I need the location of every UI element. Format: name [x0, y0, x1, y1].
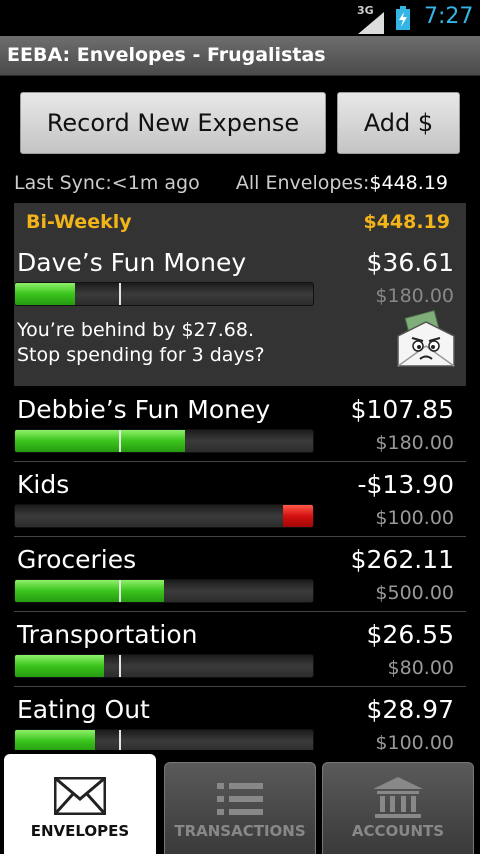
- today-marker: [119, 283, 121, 305]
- progress-fill: [15, 430, 185, 452]
- envelope-budget: $100.00: [375, 732, 454, 750]
- clock: 7:27: [424, 4, 474, 29]
- envelope-progress-bar: [14, 729, 314, 750]
- add-money-button[interactable]: Add $: [337, 92, 460, 154]
- tab-transactions[interactable]: TRANSACTIONS: [164, 762, 316, 854]
- today-marker: [119, 730, 121, 750]
- envelope-budget: $80.00: [387, 657, 454, 679]
- title-bar: EEBA: Envelopes - Frugalistas: [0, 36, 480, 76]
- signal-icon: [358, 12, 384, 34]
- envelope-balance: -$13.90: [357, 470, 455, 499]
- envelope-progress-bar: [14, 282, 314, 306]
- tab-envelopes[interactable]: ENVELOPES: [4, 754, 156, 854]
- warning-line: Stop spending for 3 days?: [17, 344, 265, 366]
- battery-charging-icon: [396, 6, 410, 30]
- envelope-progress-bar: [14, 654, 314, 678]
- envelope-icon: [54, 777, 106, 815]
- progress-fill: [15, 580, 164, 602]
- list-icon: [217, 783, 263, 815]
- progress-fill: [15, 283, 75, 305]
- today-marker: [119, 430, 121, 452]
- envelope-budget: $100.00: [375, 507, 454, 529]
- envelope-row[interactable]: Groceries $262.11 $500.00: [0, 537, 480, 611]
- bank-icon: [373, 777, 423, 818]
- sync-row: Last Sync:<1m ago All Envelopes:$448.19: [0, 172, 480, 198]
- bottom-tab-bar: ENVELOPES TRANSACTIONS ACCOUNTS: [0, 750, 480, 854]
- envelope-progress-bar: [14, 579, 314, 603]
- sad-envelope-icon: [397, 309, 455, 367]
- envelope-progress-bar: [14, 504, 314, 528]
- tab-accounts[interactable]: ACCOUNTS: [322, 762, 474, 854]
- envelope-progress-bar: [14, 429, 314, 453]
- today-marker: [119, 655, 121, 677]
- all-envelopes-total: All Envelopes:$448.19: [236, 172, 448, 194]
- envelope-budget: $180.00: [375, 285, 454, 307]
- record-new-expense-button[interactable]: Record New Expense: [20, 92, 326, 154]
- envelope-row[interactable]: Debbie’s Fun Money $107.85 $180.00: [0, 387, 480, 461]
- envelope-balance: $107.85: [350, 395, 454, 424]
- envelope-budget: $500.00: [375, 582, 454, 604]
- all-envelopes-amount: $448.19: [369, 172, 448, 194]
- tab-label: ACCOUNTS: [351, 822, 445, 840]
- envelope-budget: $180.00: [375, 432, 454, 454]
- envelope-balance: $262.11: [350, 545, 454, 574]
- envelope-balance: $28.97: [366, 695, 454, 724]
- envelope-warning-message: You’re behind by $27.68. Stop spending f…: [17, 318, 265, 368]
- status-bar: 3G 7:27: [0, 0, 480, 36]
- period-amount: $448.19: [363, 211, 450, 233]
- warning-line: You’re behind by $27.68.: [17, 319, 254, 341]
- period-name: Bi-Weekly: [26, 211, 132, 233]
- envelope-name: Groceries: [17, 545, 137, 574]
- today-marker: [119, 580, 121, 602]
- envelope-row[interactable]: Dave’s Fun Money $36.61 $180.00 You’re b…: [14, 240, 466, 386]
- envelope-name: Kids: [17, 470, 70, 499]
- envelope-row[interactable]: Eating Out $28.97 $100.00: [0, 687, 480, 750]
- envelope-name: Transportation: [17, 620, 198, 649]
- period-header: Bi-Weekly $448.19: [14, 203, 466, 240]
- envelope-name: Eating Out: [17, 695, 150, 724]
- last-sync-text: Last Sync:<1m ago: [14, 172, 200, 194]
- progress-fill: [15, 730, 96, 750]
- progress-fill: [283, 505, 313, 527]
- app-title: EEBA: Envelopes - Frugalistas: [7, 44, 326, 66]
- envelope-balance: $26.55: [366, 620, 454, 649]
- envelope-row[interactable]: Kids -$13.90 $100.00: [0, 462, 480, 536]
- envelope-name: Debbie’s Fun Money: [17, 395, 271, 424]
- tab-label: ENVELOPES: [30, 822, 130, 840]
- progress-fill: [15, 655, 105, 677]
- all-envelopes-label: All Envelopes:: [235, 172, 370, 194]
- envelope-balance: $36.61: [366, 248, 454, 277]
- envelope-name: Dave’s Fun Money: [17, 248, 247, 277]
- envelope-row[interactable]: Transportation $26.55 $80.00: [0, 612, 480, 686]
- tab-label: TRANSACTIONS: [174, 822, 306, 840]
